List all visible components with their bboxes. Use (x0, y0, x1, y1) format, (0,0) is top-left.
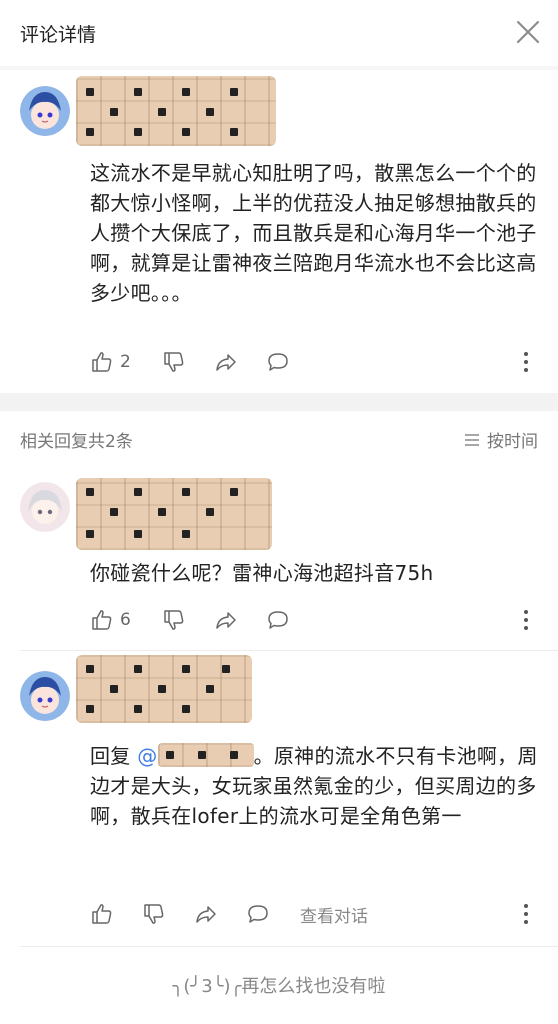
comment-actions: 2 (90, 347, 538, 377)
end-of-list-text: ╮(╯3╰)╭再怎么找也没有啦 (172, 976, 386, 997)
thumbs-up-icon (92, 352, 112, 372)
dislike-button[interactable] (142, 899, 166, 929)
dislike-button[interactable] (162, 347, 186, 377)
sort-label: 按时间 (487, 432, 538, 452)
reply-actions: 查看对话 (90, 899, 538, 929)
comment-bubble-icon (268, 611, 288, 629)
blurred-username (76, 478, 272, 550)
header-bar: 评论详情 (0, 0, 558, 66)
reply-text: 回复 @ 。原神的流水不只有卡池啊，周边才是大头，女玩家虽然氪金的少，但买周边的多… (90, 741, 540, 831)
reply-actions: 6 (90, 605, 538, 635)
sort-by-time-button[interactable]: 按时间 (463, 427, 538, 452)
close-icon[interactable] (514, 18, 542, 46)
thumbs-down-icon (144, 904, 164, 924)
reply-button[interactable] (266, 347, 290, 377)
section-divider (0, 393, 558, 411)
reply-separator (20, 946, 558, 947)
reply-item: 回复 @ 。原神的流水不只有卡池啊，周边才是大头，女玩家虽然氪金的少，但买周边的多… (0, 651, 558, 946)
thumbs-down-icon (164, 352, 184, 372)
main-comment: 这流水不是早就心知肚明了吗，散黑怎么一个个的都大惊小怪啊，上半的优菈没人抽足够想… (0, 70, 558, 393)
share-icon (196, 906, 216, 923)
like-count: 2 (120, 352, 131, 372)
avatar[interactable] (20, 482, 70, 532)
more-options-icon[interactable] (514, 901, 538, 927)
share-button[interactable] (194, 899, 218, 929)
reply-text: 你碰瓷什么呢？雷神心海池超抖音75h (90, 561, 434, 585)
dislike-button[interactable] (162, 605, 186, 635)
thumbs-down-icon (164, 610, 184, 630)
reply-prefix: 回复 (90, 744, 138, 768)
more-options-icon[interactable] (514, 607, 538, 633)
page-title: 评论详情 (20, 24, 97, 46)
share-button[interactable] (214, 347, 238, 377)
share-button[interactable] (214, 605, 238, 635)
thumbs-up-icon (92, 610, 112, 630)
avatar[interactable] (20, 671, 70, 721)
like-button[interactable]: 6 (90, 605, 131, 635)
comment-bubble-icon (268, 353, 288, 371)
reply-button[interactable] (266, 605, 290, 635)
blurred-username (76, 655, 252, 723)
replies-header: 相关回复共2条 按时间 (0, 423, 558, 457)
reply-button[interactable] (246, 899, 270, 929)
mention-at[interactable]: @ (137, 744, 157, 768)
sort-icon (465, 433, 479, 446)
like-button[interactable] (90, 899, 114, 929)
comment-bubble-icon (248, 905, 268, 923)
like-button[interactable]: 2 (90, 347, 131, 377)
avatar[interactable] (20, 86, 70, 136)
comment-text: 这流水不是早就心知肚明了吗，散黑怎么一个个的都大惊小怪啊，上半的优菈没人抽足够想… (90, 161, 537, 305)
thumbs-up-icon (92, 904, 112, 924)
reply-count: 相关回复共2条 (20, 432, 133, 452)
reply-item: 你碰瓷什么呢？雷神心海池超抖音75h 6 (0, 465, 558, 645)
blurred-mention-name (157, 743, 254, 767)
share-icon (216, 612, 236, 629)
share-icon (216, 354, 236, 371)
more-options-icon[interactable] (514, 349, 538, 375)
blurred-username (76, 76, 276, 146)
like-count: 6 (120, 610, 131, 630)
view-conversation-link[interactable]: 查看对话 (300, 899, 368, 929)
